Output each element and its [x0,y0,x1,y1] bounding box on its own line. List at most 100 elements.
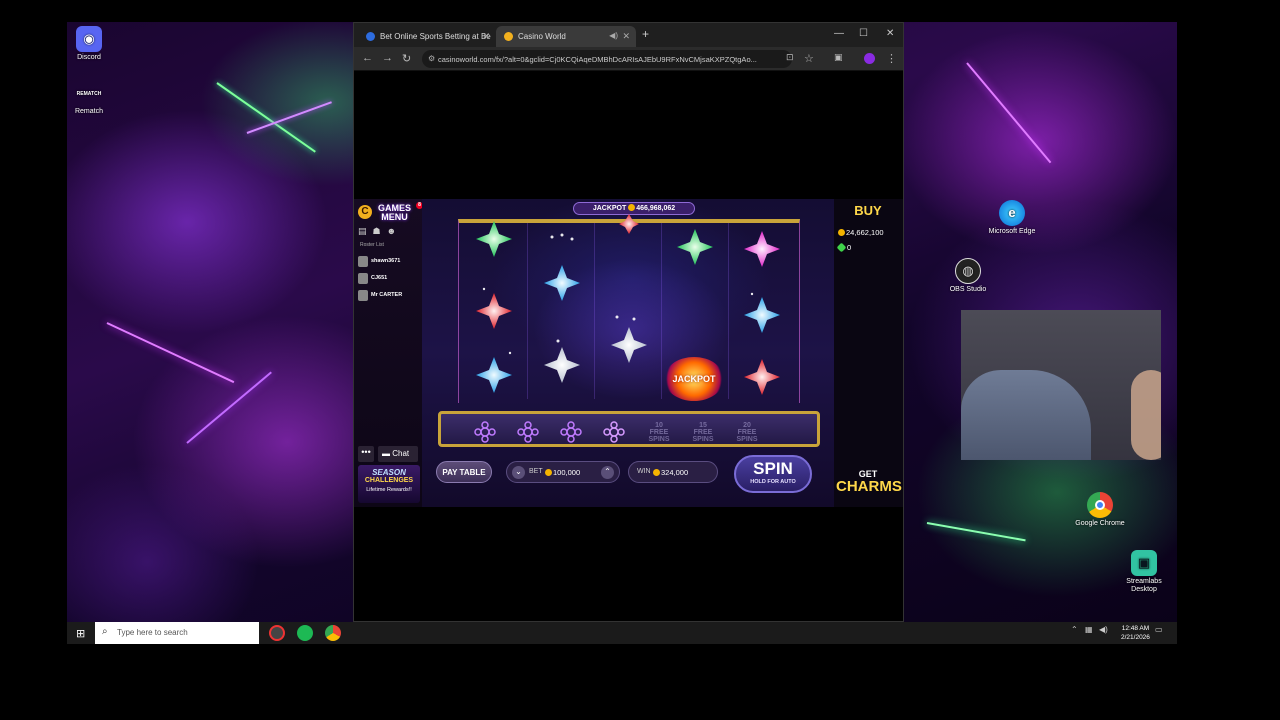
player-row[interactable]: CJ651 [358,273,420,287]
taskbar-search[interactable]: ⌕ Type here to search [95,622,259,644]
flower-icon [603,421,625,443]
reel-symbols [476,214,780,395]
new-tab-button[interactable]: + [642,27,649,41]
extensions-icon[interactable]: ▣ [834,52,843,63]
coin-balance: 24,662,100 [838,228,898,240]
volume-icon[interactable]: ◀) [1099,625,1108,634]
flower-icon [517,421,539,443]
site-info-icon[interactable]: ⚙ [428,54,435,63]
flower-icon [560,421,582,443]
tab-bet-online[interactable]: Bet Online Sports Betting at Be ✕ [358,26,496,47]
game-right-panel: BUY 24,662,100 0 GET CHARMS [834,199,903,507]
maximize-icon[interactable]: ☐ [859,28,868,39]
chevron-up-icon[interactable]: ⌃ [1071,625,1078,634]
tab-bar: Bet Online Sports Betting at Be ✕ Casino… [354,23,903,47]
win-value: 324,000 [653,468,688,477]
player-row[interactable]: shawn3671 [358,256,420,270]
tab-casino-world[interactable]: Casino World ◀) ✕ [496,26,636,47]
reload-icon[interactable]: ↻ [402,52,411,65]
free-spins-20: 20 FREE SPINS [736,422,758,443]
red-star-gem [476,293,512,329]
green-star-gem [677,229,713,265]
close-window-icon[interactable]: ✕ [886,28,894,39]
coin-icon [653,469,660,476]
bet-control: ⌄ BET 100,000 ⌃ [506,461,620,483]
close-tab-icon[interactable]: ✕ [622,31,630,42]
avatar [358,273,368,284]
red-star-gem [619,214,639,234]
slot-machine: JACKPOT 466,968,062 JACKPOT 10 FREE SPIN… [422,199,834,507]
blue-star-gem [476,357,512,393]
jackpot-symbol: JACKPOT [664,357,724,401]
player-row[interactable]: Mr CARTER [358,290,420,304]
friends-icon[interactable]: ▤ [358,226,367,238]
close-tab-icon[interactable]: ✕ [482,31,490,42]
gem-balance: 0 [836,242,898,255]
flower-icon [474,421,496,443]
desktop-icon-obs[interactable]: ◍ OBS Studio [938,258,998,294]
bet-decrease-button[interactable]: ⌄ [512,466,525,479]
casino-world-favicon [504,32,513,41]
casino-world-logo: C [358,205,372,219]
group-icon[interactable]: ☗ [373,226,381,238]
red-star-gem [744,359,780,395]
people-icon[interactable]: ☻ [387,226,396,238]
forward-icon[interactable]: → [382,52,393,64]
audio-icon[interactable]: ◀) [609,31,618,40]
desktop-icon-chrome[interactable]: Google Chrome [1070,492,1130,528]
profile-avatar[interactable] [864,53,875,64]
clock[interactable]: 12:48 AM 2/21/2026 [1121,624,1150,642]
chat-button[interactable]: ▬ Chat [378,446,418,462]
spin-button[interactable]: SPIN HOLD FOR AUTO [734,455,812,493]
windows-start-icon[interactable]: ⊞ [76,627,85,640]
free-spins-15: 15 FREE SPINS [692,422,714,443]
rematch-icon: REMATCH [76,91,102,97]
bet-value: 100,000 [545,468,580,477]
pink-star-gem [744,231,780,267]
pay-table-button[interactable]: PAY TABLE [436,461,492,483]
minimize-icon[interactable]: — [834,28,844,39]
free-spins-10: 10 FREE SPINS [648,422,670,443]
menu-kebab-icon[interactable]: ⋮ [886,52,897,65]
desktop-icon-discord[interactable]: ◉ Discord [67,26,119,62]
bet-increase-button[interactable]: ⌃ [601,466,614,479]
blue-star-gem [744,297,780,333]
desktop-icon-streamlabs[interactable]: ▣ Streamlabs Desktop [1114,550,1174,594]
games-menu-button[interactable]: C GAMES MENU 8 [358,202,423,224]
url-field[interactable]: ⚙ casinoworld.com/fx/?alt=0&gclid=Cj0KCQ… [422,50,792,68]
blue-star-gem [544,265,580,301]
network-icon[interactable]: ▦ [1085,625,1093,634]
install-app-icon[interactable]: ⊡ [786,52,794,63]
casino-game: C GAMES MENU 8 ▤ ☗ ☻ Roster List shawn367… [354,199,903,507]
coin-icon [545,469,552,476]
edge-icon: e [999,200,1025,226]
white-star-gem [544,347,580,383]
streamlabs-icon: ▣ [1131,550,1157,576]
bet-online-favicon [366,32,375,41]
roster-label: Roster List [360,242,384,248]
bookmark-star-icon[interactable]: ☆ [804,52,814,65]
buy-button[interactable]: BUY [838,201,898,221]
get-charms-button[interactable]: GET CHARMS [836,469,902,495]
notifications-icon[interactable]: ▭ [1155,625,1163,634]
taskview-icon[interactable] [269,625,285,641]
avatar [358,290,368,301]
desktop-icon-edge[interactable]: e Microsoft Edge [982,200,1042,236]
desktop: ◉ Discord REMATCH Rematch e Microsoft Ed… [67,22,1177,644]
desktop-icon-rematch[interactable]: REMATCH Rematch [67,90,119,116]
browser-window: Bet Online Sports Betting at Be ✕ Casino… [353,22,904,622]
green-star-gem [476,221,512,257]
win-display: WIN 324,000 [628,461,718,483]
gem-icon [836,242,847,253]
back-icon[interactable]: ← [362,52,373,64]
spotify-icon[interactable] [297,625,313,641]
search-icon: ⌕ [102,626,108,637]
sparkle [482,233,754,355]
webcam-overlay [961,310,1161,460]
season-challenges-button[interactable]: SEASON CHALLENGES Lifetime Rewards!! [358,465,420,503]
free-spins-meter: 10 FREE SPINS 15 FREE SPINS 20 FREE SPINS [438,411,820,447]
more-button[interactable]: ••• [358,446,374,462]
white-star-gem [611,327,647,363]
obs-icon: ◍ [955,258,981,284]
chrome-taskbar-icon[interactable] [325,625,341,641]
